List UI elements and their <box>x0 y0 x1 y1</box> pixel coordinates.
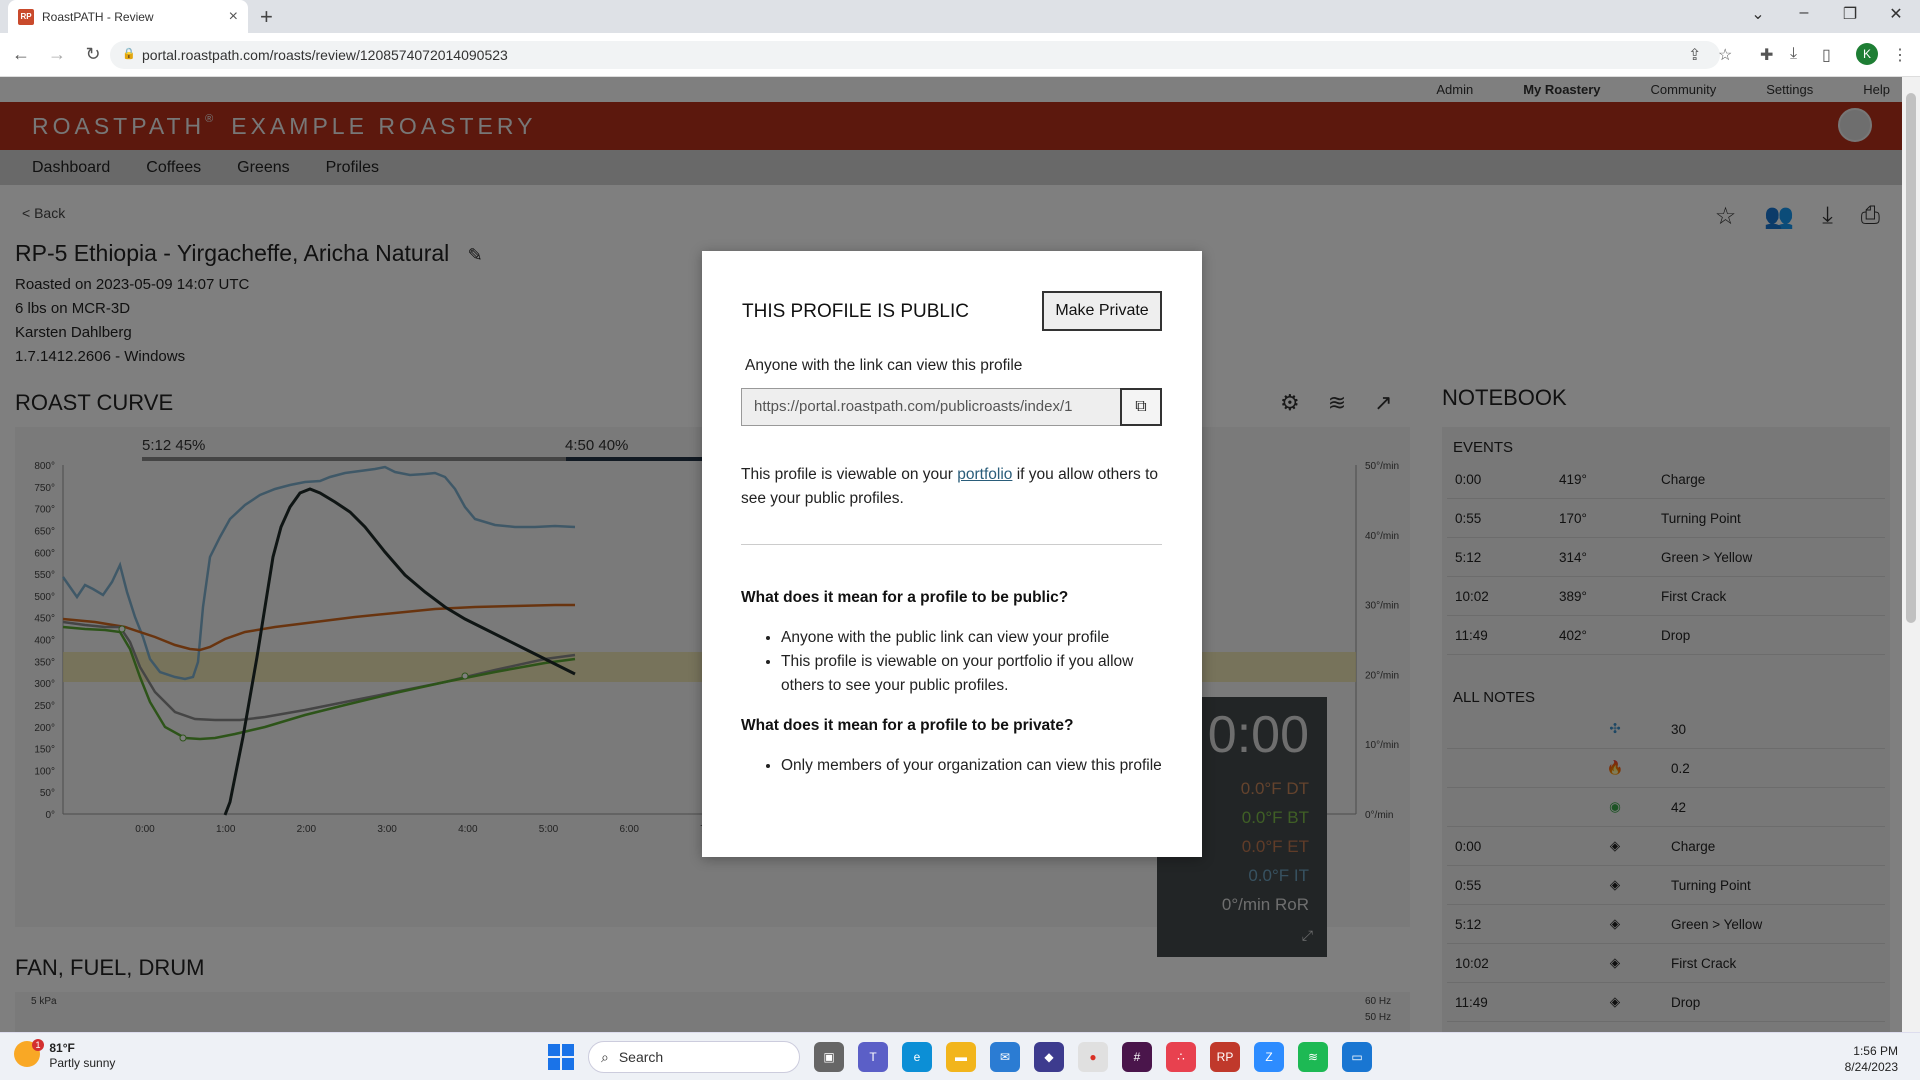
private-points-list: Only members of your organization can vi… <box>781 754 1166 778</box>
task-view-icon[interactable]: ▣ <box>814 1042 844 1072</box>
mail-icon[interactable]: ✉ <box>990 1042 1020 1072</box>
scrollbar-thumb[interactable] <box>1906 93 1916 623</box>
public-profile-modal: THIS PROFILE IS PUBLIC Make Private Anyo… <box>702 251 1202 857</box>
portfolio-link[interactable]: portfolio <box>957 466 1012 483</box>
back-arrow-icon[interactable]: ← <box>6 44 36 65</box>
reload-icon[interactable]: ↻ <box>78 44 108 65</box>
tab-search-chevron-icon[interactable]: ⌄ <box>1738 4 1778 24</box>
asana-icon[interactable]: ∴ <box>1166 1042 1196 1072</box>
copy-link-button[interactable]: ⧉ <box>1120 388 1162 426</box>
clock-time: 1:56 PM <box>1853 1044 1898 1058</box>
taskbar-search[interactable]: ⌕ Search <box>588 1041 800 1073</box>
windows-start-icon[interactable] <box>548 1044 574 1070</box>
tab-title: RoastPATH - Review <box>42 9 154 24</box>
make-private-button[interactable]: Make Private <box>1042 291 1162 331</box>
edge-icon[interactable]: e <box>902 1042 932 1072</box>
teams-icon[interactable]: T <box>858 1042 888 1072</box>
modal-title: THIS PROFILE IS PUBLIC <box>742 301 969 322</box>
weather-widget[interactable]: 1 81°F Partly sunny <box>14 1039 116 1071</box>
share-icon[interactable]: ⇪ <box>1688 45 1701 65</box>
new-tab-icon[interactable]: + <box>260 4 273 30</box>
clock-date: 8/24/2023 <box>1844 1060 1898 1074</box>
tab-close-icon[interactable]: × <box>229 8 238 26</box>
lock-icon: 🔒 <box>122 48 136 60</box>
spotify-icon[interactable]: ≋ <box>1298 1042 1328 1072</box>
roastpath-app-icon[interactable]: RP <box>1210 1042 1240 1072</box>
private-point: Only members of your organization can vi… <box>781 754 1166 778</box>
window-close-icon[interactable]: ✕ <box>1876 4 1916 24</box>
private-question: What does it mean for a profile to be pr… <box>741 717 1074 734</box>
roastpath-favicon-icon: RP <box>18 8 34 25</box>
notification-badge: 1 <box>32 1039 44 1051</box>
system-clock[interactable]: 1:56 PM 8/24/2023 <box>1845 1043 1898 1075</box>
file-explorer-icon[interactable]: ▬ <box>946 1042 976 1072</box>
weather-temp: 81°F <box>49 1041 75 1055</box>
modal-divider <box>741 544 1162 545</box>
profile-avatar[interactable]: K <box>1856 43 1878 65</box>
weather-desc: Partly sunny <box>49 1056 116 1070</box>
browser-toolbar: ← → ↻ 🔒 portal.roastpath.com/roasts/revi… <box>0 33 1920 77</box>
public-point: This profile is viewable on your portfol… <box>781 650 1166 698</box>
sidepanel-icon[interactable]: ▯ <box>1822 45 1831 65</box>
downloads-icon[interactable]: ⤓ <box>1790 45 1797 63</box>
search-icon: ⌕ <box>601 1048 609 1065</box>
slack-icon[interactable]: # <box>1122 1042 1152 1072</box>
page-scrollbar[interactable] <box>1902 77 1920 1032</box>
bookmark-star-icon[interactable]: ☆ <box>1718 45 1732 65</box>
zoom-icon[interactable]: Z <box>1254 1042 1284 1072</box>
url-text: portal.roastpath.com/roasts/review/12085… <box>142 47 508 63</box>
extensions-icon[interactable]: ✚ <box>1760 45 1773 65</box>
taskbar-apps: ⌕ Search ▣ T e ▬ ✉ ◆ ● # ∴ RP Z ≋ ▭ <box>548 1041 1372 1073</box>
forward-arrow-icon[interactable]: → <box>42 44 72 65</box>
chrome-icon[interactable]: ● <box>1078 1042 1108 1072</box>
app-icon[interactable]: ◆ <box>1034 1042 1064 1072</box>
browser-menu-icon[interactable]: ⋮ <box>1892 45 1908 65</box>
monitor-app-icon[interactable]: ▭ <box>1342 1042 1372 1072</box>
link-description: Anyone with the link can view this profi… <box>745 357 1023 374</box>
minimize-icon[interactable]: – <box>1784 4 1824 22</box>
copy-icon: ⧉ <box>1135 398 1147 415</box>
restore-icon[interactable]: ❐ <box>1830 4 1870 24</box>
browser-tab-strip: RP RoastPATH - Review × + ⌄ – ❐ ✕ <box>0 0 1920 33</box>
public-points-list: Anyone with the public link can view you… <box>781 626 1166 698</box>
portfolio-note: This profile is viewable on your portfol… <box>741 466 1159 507</box>
windows-taskbar: 1 81°F Partly sunny ⌕ Search ▣ T e ▬ ✉ ◆ … <box>0 1032 1920 1080</box>
browser-tab[interactable]: RP RoastPATH - Review × <box>8 0 248 33</box>
public-point: Anyone with the public link can view you… <box>781 626 1166 650</box>
public-link-field[interactable]: https://portal.roastpath.com/publicroast… <box>741 388 1121 426</box>
public-question: What does it mean for a profile to be pu… <box>741 589 1069 606</box>
address-bar[interactable]: 🔒 portal.roastpath.com/roasts/review/120… <box>110 41 1720 69</box>
